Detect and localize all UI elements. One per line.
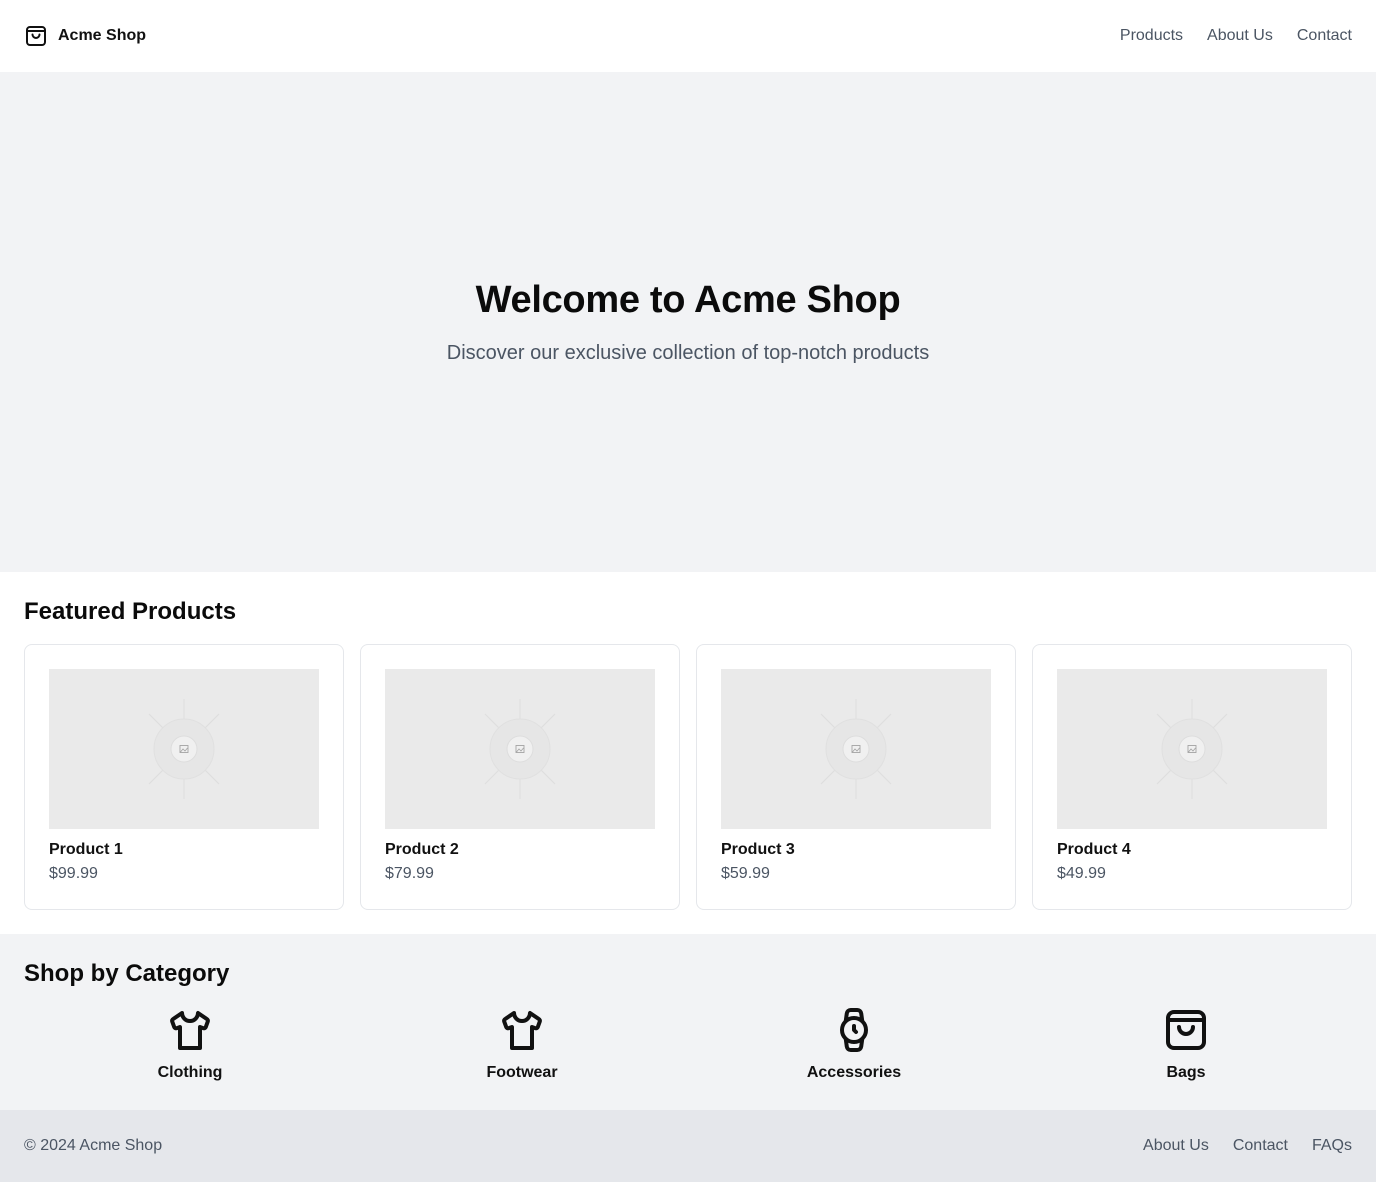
product-card[interactable]: Product 4 $49.99 <box>1032 644 1352 910</box>
featured-products-title: Featured Products <box>24 598 237 625</box>
product-grid: Product 1 $99.99 Product 2 $79.99 Produc… <box>24 644 1352 910</box>
product-card[interactable]: Product 1 $99.99 <box>24 644 344 910</box>
brand-name: Acme Shop <box>58 27 147 44</box>
product-name: Product 1 <box>49 841 123 858</box>
site-footer: © 2024 Acme Shop About Us Contact FAQs <box>0 1110 1376 1182</box>
product-price: $59.99 <box>721 865 770 882</box>
category-bags[interactable]: Bags <box>1020 1006 1352 1082</box>
footer-link-about-us[interactable]: About Us <box>1143 1137 1209 1155</box>
category-label: Bags <box>1166 1064 1206 1081</box>
nav-link-products[interactable]: Products <box>1120 27 1183 45</box>
product-image-placeholder <box>721 669 991 829</box>
main-nav: Products About Us Contact <box>1120 27 1352 45</box>
featured-products-section: Featured Products Product 1 $99.99 Produ… <box>0 572 1376 934</box>
category-label: Accessories <box>806 1064 902 1081</box>
hero-section: Welcome to Acme Shop Discover our exclus… <box>0 72 1376 572</box>
product-image-placeholder <box>49 669 319 829</box>
category-clothing[interactable]: Clothing <box>24 1006 356 1082</box>
category-label: Footwear <box>486 1064 558 1081</box>
product-price: $99.99 <box>49 865 98 882</box>
shop-by-category-section: Shop by Category Clothing Footwear Acces… <box>0 934 1376 1110</box>
shopping-bag-icon <box>24 24 48 48</box>
shopping-bag-icon <box>1162 1006 1210 1054</box>
nav-link-about-us[interactable]: About Us <box>1207 27 1273 45</box>
product-price: $49.99 <box>1057 865 1106 882</box>
category-accessories[interactable]: Accessories <box>688 1006 1020 1082</box>
shirt-icon <box>166 1006 214 1054</box>
product-name: Product 3 <box>721 841 795 858</box>
footer-link-faqs[interactable]: FAQs <box>1312 1137 1352 1155</box>
site-header: Acme Shop Products About Us Contact <box>0 0 1376 72</box>
product-name: Product 4 <box>1057 841 1131 858</box>
shirt-icon <box>498 1006 546 1054</box>
brand-link[interactable]: Acme Shop <box>24 24 146 48</box>
hero-subtitle: Discover our exclusive collection of top… <box>446 342 930 364</box>
product-image-placeholder <box>385 669 655 829</box>
footer-nav: About Us Contact FAQs <box>1143 1137 1352 1155</box>
shop-by-category-title: Shop by Category <box>24 960 230 987</box>
hero-title: Welcome to Acme Shop <box>475 279 901 321</box>
nav-link-contact[interactable]: Contact <box>1297 27 1352 45</box>
watch-icon <box>830 1006 878 1054</box>
category-footwear[interactable]: Footwear <box>356 1006 688 1082</box>
product-image-placeholder <box>1057 669 1327 829</box>
category-label: Clothing <box>157 1064 223 1081</box>
category-list: Clothing Footwear Accessories Bags <box>24 1006 1352 1082</box>
copyright-text: © 2024 Acme Shop <box>24 1137 163 1154</box>
product-name: Product 2 <box>385 841 459 858</box>
product-price: $79.99 <box>385 865 434 882</box>
product-card[interactable]: Product 3 $59.99 <box>696 644 1016 910</box>
product-card[interactable]: Product 2 $79.99 <box>360 644 680 910</box>
footer-link-contact[interactable]: Contact <box>1233 1137 1288 1155</box>
